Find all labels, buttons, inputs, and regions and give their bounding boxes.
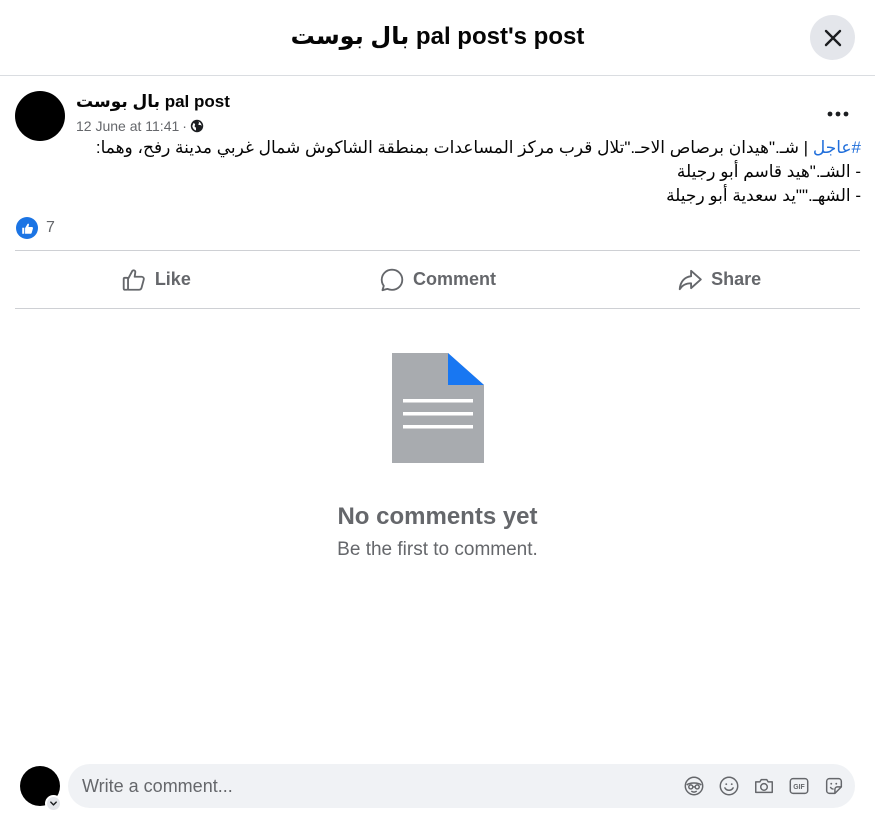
post-line-1-text: | شـ."هيدان برصاص الاحـ."تلال قرب مركز ا… bbox=[95, 138, 813, 157]
reactions-summary[interactable]: 7 bbox=[16, 217, 55, 239]
empty-comments: No comments yet Be the first to comment. bbox=[0, 353, 875, 561]
post-meta: 12 June at 11:41 · bbox=[76, 118, 204, 134]
empty-title: No comments yet bbox=[337, 503, 538, 530]
sticker-icon[interactable] bbox=[822, 774, 845, 797]
post-line-1: #عاجل | شـ."هيدان برصاص الاحـ."تلال قرب … bbox=[15, 136, 861, 160]
like-label: Like bbox=[154, 269, 191, 289]
post-actions: Like Comment Share bbox=[15, 250, 860, 309]
share-arrow-icon bbox=[678, 269, 702, 290]
post-line-3: - الشهـ.""يد سعدية أبو رجيلة bbox=[666, 186, 861, 205]
share-button[interactable]: Share bbox=[578, 251, 860, 308]
author-avatar[interactable] bbox=[15, 91, 65, 141]
emoji-icon[interactable] bbox=[717, 774, 740, 797]
empty-subtitle: Be the first to comment. bbox=[337, 539, 538, 560]
meta-separator: · bbox=[182, 118, 187, 134]
globe-icon bbox=[190, 119, 204, 133]
more-horizontal-icon bbox=[827, 111, 849, 117]
comment-composer: GIF bbox=[68, 764, 855, 808]
like-reaction-icon bbox=[16, 217, 38, 239]
hashtag-link[interactable]: #عاجل bbox=[813, 138, 861, 157]
post-text: #عاجل | شـ."هيدان برصاص الاحـ."تلال قرب … bbox=[15, 136, 861, 208]
thumbs-up-icon bbox=[122, 268, 145, 291]
more-options-button[interactable] bbox=[820, 100, 856, 128]
share-label: Share bbox=[711, 269, 762, 289]
chevron-down-icon[interactable] bbox=[45, 795, 62, 812]
dialog-title: بال بوست pal post's post bbox=[290, 23, 585, 50]
comment-label: Comment bbox=[413, 269, 497, 289]
comment-bubble-icon bbox=[380, 268, 404, 291]
post-date[interactable]: 12 June at 11:41 bbox=[76, 118, 179, 134]
composer-tools: GIF bbox=[682, 774, 845, 797]
svg-text:GIF: GIF bbox=[793, 783, 804, 790]
comment-button[interactable]: Comment bbox=[297, 251, 579, 308]
close-icon bbox=[824, 29, 841, 46]
avatar-sticker-icon[interactable] bbox=[682, 774, 705, 797]
author-name[interactable]: بال بوست pal post bbox=[76, 92, 230, 112]
like-button[interactable]: Like bbox=[15, 251, 297, 308]
close-button[interactable] bbox=[810, 15, 855, 60]
comment-input[interactable] bbox=[82, 764, 662, 808]
camera-icon[interactable] bbox=[752, 774, 775, 797]
gif-icon[interactable]: GIF bbox=[787, 774, 810, 797]
dialog-header: بال بوست pal post's post bbox=[0, 0, 875, 76]
document-icon bbox=[391, 353, 484, 463]
post-line-2: - الشـ."هيد قاسم أبو رجيلة bbox=[676, 162, 861, 181]
reaction-count: 7 bbox=[46, 219, 55, 236]
